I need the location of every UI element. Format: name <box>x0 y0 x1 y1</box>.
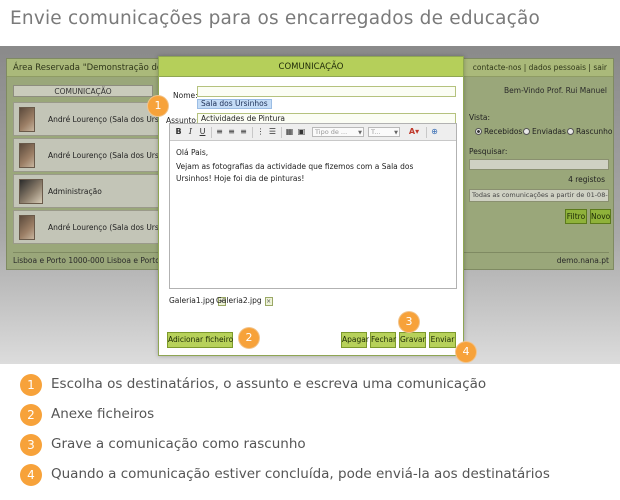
align-right-icon[interactable]: ≡ <box>238 127 249 137</box>
callout-badge: 3 <box>399 312 419 332</box>
step-text: Grave a comunicação como rascunho <box>51 436 306 452</box>
recipient-chip[interactable]: Sala dos Ursinhos <box>197 99 272 109</box>
toolbar-divider <box>211 127 212 138</box>
list-item-label: Administração <box>48 187 102 196</box>
dialog-title: COMUNICAÇÃO <box>159 57 463 77</box>
filter-button[interactable]: Filtro <box>565 209 587 224</box>
underline-icon[interactable]: U <box>197 127 208 137</box>
align-left-icon[interactable]: ≡ <box>214 127 225 137</box>
tab-comunicacao[interactable]: COMUNICAÇÃO <box>13 85 153 97</box>
step-text: Anexe ficheiros <box>51 406 155 422</box>
screenshot-stage: Área Reservada "Demonstração do N contac… <box>0 46 620 364</box>
message-line: Olá Pais, <box>176 148 209 157</box>
filter-panel: Vista: Recebidos Enviadas Rascunho Pesqu… <box>469 113 613 263</box>
view-option-rascunho[interactable]: Rascunho <box>567 127 613 136</box>
table-icon[interactable]: ▦ <box>284 127 295 137</box>
step-number: 2 <box>20 404 42 426</box>
message-line: Vejam as fotografias da actividade que f… <box>176 162 414 183</box>
bullet-list-icon[interactable]: ☰ <box>267 127 278 137</box>
view-option-enviadas[interactable]: Enviadas <box>523 127 566 136</box>
avatar <box>19 215 35 240</box>
step-number: 3 <box>20 434 42 456</box>
search-input[interactable] <box>469 159 609 170</box>
toolbar-divider <box>281 127 282 138</box>
bold-icon[interactable]: B <box>173 127 184 137</box>
align-center-icon[interactable]: ≡ <box>226 127 237 137</box>
toolbar-divider <box>252 127 253 138</box>
view-label: Vista: <box>469 113 491 122</box>
delete-button[interactable]: Apagar <box>341 332 369 348</box>
font-type-select[interactable]: Tipo de ... ▼ <box>312 127 364 137</box>
font-size-select[interactable]: T... ▼ <box>368 127 400 137</box>
page-heading: Envie comunicações para os encarregados … <box>10 8 541 29</box>
add-file-button[interactable]: Adicionar ficheiro <box>167 332 233 348</box>
message-body[interactable]: Olá Pais, Vejam as fotografias da activi… <box>170 141 456 191</box>
italic-icon[interactable]: I <box>185 127 196 137</box>
close-button[interactable]: Fechar <box>370 332 396 348</box>
chevron-down-icon: ▼ <box>358 130 362 136</box>
step-text: Quando a comunicação estiver concluída, … <box>51 466 550 482</box>
step-number: 4 <box>20 464 42 486</box>
avatar <box>19 107 35 132</box>
app-title: Área Reservada "Demonstração do N <box>13 63 172 73</box>
date-filter: Todas as comunicações a partir de 01-08-… <box>469 189 609 202</box>
toolbar-divider <box>426 127 427 138</box>
radio-selected-icon <box>475 128 482 135</box>
avatar <box>19 179 43 204</box>
rich-text-editor: B I U ≡ ≡ ≡ ⋮ ☰ ▦ ▣ Tipo de ... ▼ T... ▼ A… <box>169 123 457 289</box>
name-label: Nome: <box>173 91 198 100</box>
callout-badge: 1 <box>148 96 168 116</box>
attachment-item: Galeria2.jpg × <box>216 296 273 306</box>
record-count: 4 registos <box>568 175 605 184</box>
callout-badge: 2 <box>239 328 259 348</box>
new-button[interactable]: Novo <box>590 209 611 224</box>
search-label: Pesquisar: <box>469 147 508 156</box>
name-field[interactable] <box>197 86 456 97</box>
list-item[interactable]: André Lourenço (Sala dos Ursinhos) <box>13 102 182 136</box>
text-color-icon[interactable]: A▾ <box>406 127 422 137</box>
callout-badge: 4 <box>456 342 476 362</box>
send-button[interactable]: Enviar <box>429 332 456 348</box>
list-item[interactable]: André Lourenço (Sala dos Ursinhos) <box>13 138 182 172</box>
chevron-down-icon: ▼ <box>394 130 398 136</box>
remove-attachment-icon[interactable]: × <box>264 296 273 306</box>
footer-address: Lisboa e Porto 1000-000 Lisboa e Porto <box>13 256 160 265</box>
list-item[interactable]: Administração <box>13 174 161 208</box>
welcome-text: Bem-Vindo Prof. Rui Manuel <box>504 86 607 95</box>
editor-toolbar: B I U ≡ ≡ ≡ ⋮ ☰ ▦ ▣ Tipo de ... ▼ T... ▼ A… <box>170 124 456 141</box>
image-icon[interactable]: ▣ <box>296 127 307 137</box>
radio-icon <box>523 128 530 135</box>
footer-domain[interactable]: demo.nana.pt <box>557 256 609 265</box>
communication-dialog: COMUNICAÇÃO Nome: Sala dos Ursinhos Assu… <box>158 56 464 356</box>
list-item[interactable]: André Lourenço (Sala dos Ursinhos) <box>13 210 182 244</box>
save-button[interactable]: Gravar <box>399 332 426 348</box>
avatar <box>19 143 35 168</box>
link-icon[interactable]: ⊕ <box>429 127 440 137</box>
step-text: Escolha os destinatários, o assunto e es… <box>51 376 487 392</box>
step-number: 1 <box>20 374 42 396</box>
app-top-links[interactable]: contacte-nos | dados pessoais | sair <box>473 63 607 72</box>
message-list: André Lourenço (Sala dos Ursinhos) André… <box>13 102 182 246</box>
view-option-recebidos[interactable]: Recebidos <box>475 127 522 136</box>
radio-icon <box>567 128 574 135</box>
numbered-list-icon[interactable]: ⋮ <box>255 127 266 137</box>
